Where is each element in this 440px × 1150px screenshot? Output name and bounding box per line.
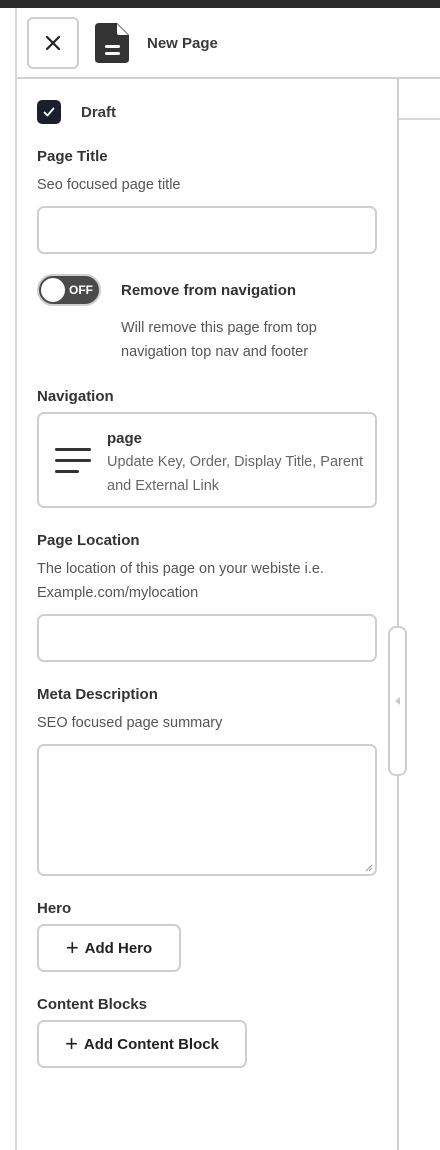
- remove-from-navigation-label: Remove from navigation: [121, 282, 297, 299]
- page-title-label: Page Title: [37, 148, 108, 165]
- remove-from-navigation-toggle[interactable]: OFF: [37, 274, 101, 306]
- meta-description-textarea[interactable]: [37, 744, 377, 876]
- close-button[interactable]: [27, 17, 79, 69]
- plus-icon: +: [65, 1031, 78, 1056]
- meta-description-label: Meta Description: [37, 686, 158, 703]
- panel-header: New Page: [17, 8, 440, 79]
- draft-label: Draft: [81, 103, 117, 121]
- side-panel-header: [399, 80, 440, 120]
- add-hero-button-label: Add Hero: [84, 939, 153, 957]
- panel-left-border: [15, 8, 17, 1150]
- menu-lines-icon: [55, 448, 91, 473]
- page-location-input[interactable]: [37, 614, 377, 662]
- checkmark-icon: [43, 107, 55, 117]
- resize-grip-icon[interactable]: [363, 862, 373, 872]
- window-top-bar: [0, 0, 440, 8]
- navigation-card[interactable]: page Update Key, Order, Display Title, P…: [37, 412, 377, 508]
- meta-description-hint: SEO focused page summary: [37, 715, 223, 731]
- page-title-hint: Seo focused page title: [37, 177, 181, 193]
- draft-checkbox-row[interactable]: Draft: [37, 100, 116, 124]
- draft-checkbox[interactable]: [37, 100, 61, 124]
- document-icon: [95, 23, 129, 63]
- add-hero-button[interactable]: + Add Hero: [37, 924, 181, 972]
- page-location-hint: The location of this page on your webist…: [37, 561, 324, 601]
- add-content-block-button[interactable]: + Add Content Block: [37, 1020, 247, 1068]
- plus-icon: +: [65, 935, 79, 960]
- hero-label: Hero: [37, 900, 72, 917]
- toggle-state-text: OFF: [69, 283, 93, 297]
- page-title-input[interactable]: [37, 206, 377, 254]
- navigation-card-title: page: [107, 430, 143, 447]
- chevron-left-icon: [395, 697, 400, 705]
- panel-right-border: [397, 78, 399, 1150]
- page-location-label: Page Location: [37, 532, 140, 549]
- toggle-knob: [41, 278, 65, 302]
- collapse-panel-handle[interactable]: [388, 626, 407, 776]
- remove-from-navigation-description: Will remove this page from top navigatio…: [121, 320, 317, 360]
- page-title-heading: New Page: [147, 35, 218, 52]
- add-content-block-button-label: Add Content Block: [83, 1035, 219, 1053]
- navigation-label: Navigation: [37, 388, 114, 405]
- content-blocks-label: Content Blocks: [37, 996, 148, 1013]
- close-icon: [45, 35, 61, 51]
- navigation-card-description: Update Key, Order, Display Title, Parent…: [107, 454, 364, 494]
